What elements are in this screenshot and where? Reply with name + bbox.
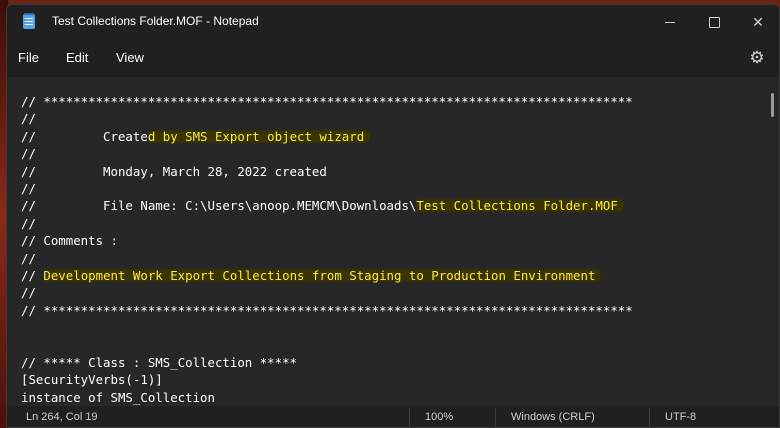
maximize-icon	[709, 17, 720, 28]
menu-bar: File Edit View ⚙	[7, 39, 779, 77]
editor-line: // ***** Class : SMS_Collection *****	[21, 354, 298, 370]
maximize-button[interactable]	[699, 11, 729, 33]
editor-line: // Comments :	[21, 233, 118, 249]
editor-line: //	[21, 111, 36, 127]
gear-icon: ⚙	[749, 48, 765, 67]
close-button[interactable]: ✕	[743, 11, 773, 33]
status-divider	[409, 408, 410, 427]
highlighted-text: Test Collections Folder.MOF	[416, 198, 624, 214]
editor-line: //	[21, 285, 36, 301]
title-bar[interactable]: Test Collections Folder.MOF - Notepad ✕	[7, 5, 779, 39]
editor-line-text: //	[21, 267, 44, 283]
notepad-window: Test Collections Folder.MOF - Notepad ✕ …	[6, 4, 780, 428]
editor-line: [SecurityVerbs(-1)]	[21, 372, 163, 388]
status-line-ending[interactable]: Windows (CRLF)	[511, 411, 595, 423]
editor-line: // File Name: C:\Users\anoop.MEMCM\Downl…	[21, 197, 761, 214]
menu-edit[interactable]: Edit	[66, 50, 88, 65]
editor-line-text: // Create	[21, 128, 148, 144]
menu-file[interactable]: File	[18, 50, 39, 65]
close-icon: ✕	[752, 14, 764, 30]
status-bar: Ln 264, Col 19 100% Windows (CRLF) UTF-8	[7, 405, 779, 427]
editor-line: instance of SMS_Collection	[21, 389, 215, 405]
editor-line: // *************************************…	[21, 302, 633, 318]
editor-line: // Created by SMS Export object wizard	[21, 128, 761, 145]
status-encoding[interactable]: UTF-8	[665, 411, 696, 423]
editor-line: //	[21, 215, 36, 231]
highlighted-text: d by SMS Export object wizard	[147, 128, 371, 144]
editor-line-text: // File Name: C:\Users\anoop.MEMCM\Downl…	[21, 198, 417, 214]
editor-line: //	[21, 250, 36, 266]
status-cursor-position: Ln 264, Col 19	[26, 411, 98, 423]
editor-line: //	[21, 180, 36, 196]
editor-line: //	[21, 146, 36, 162]
window-title: Test Collections Folder.MOF - Notepad	[52, 14, 259, 28]
editor-content[interactable]: // *************************************…	[21, 93, 761, 405]
status-divider	[649, 408, 650, 427]
text-editor[interactable]: // *************************************…	[7, 77, 779, 405]
settings-button[interactable]: ⚙	[747, 48, 767, 68]
notepad-app-icon	[23, 13, 35, 29]
editor-line: // *************************************…	[21, 94, 633, 109]
editor-line: // Monday, March 28, 2022 created	[21, 163, 327, 179]
status-zoom[interactable]: 100%	[425, 411, 453, 423]
vertical-scrollbar[interactable]	[771, 93, 774, 117]
editor-line: // Development Work Export Collections f…	[21, 267, 761, 284]
minimize-button[interactable]	[655, 11, 685, 33]
highlighted-text: Development Work Export Collections from…	[43, 267, 602, 283]
minimize-icon	[665, 22, 675, 23]
status-divider	[495, 408, 496, 427]
menu-view[interactable]: View	[116, 50, 144, 65]
